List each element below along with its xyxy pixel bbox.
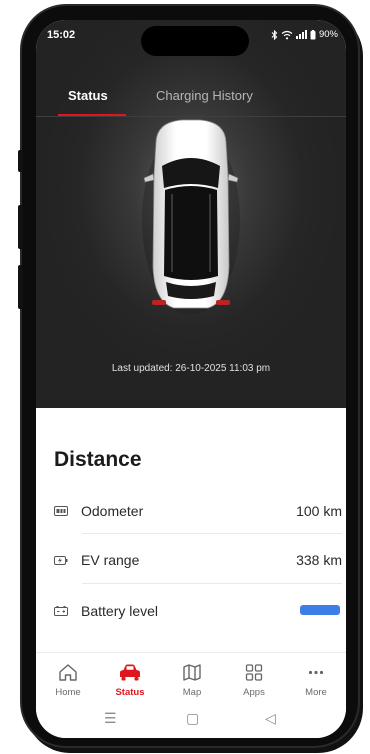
car-top-view-image [142,119,240,314]
bottom-nav: Home Status Map Apps More [36,652,346,705]
app-screen: 15:02 90% Status Charging History Last u… [36,20,346,738]
home-icon [59,664,77,681]
map-icon [183,664,201,681]
battery-icon [54,606,68,616]
phone-volume-down [18,265,23,309]
nav-map[interactable]: Map [164,663,220,698]
distance-card: Distance Odometer 100 km EV range 338 km… [36,408,346,652]
signal-icon [295,30,307,39]
nav-home[interactable]: Home [40,663,96,698]
row-divider [82,583,342,584]
status-battery-percent: 90% [318,29,338,40]
nav-status-label: Status [115,687,145,698]
row-divider [82,533,342,534]
car-icon [120,664,140,681]
battery-level-bar [300,605,340,615]
ev-range-icon [54,556,68,565]
last-updated-text: Last updated: 26-10-2025 11:03 pm [111,363,271,374]
bluetooth-icon [271,29,278,40]
recent-apps-icon[interactable]: ☰ [104,710,117,727]
distance-title: Distance [54,448,142,471]
ev-range-label: EV range [81,552,140,568]
status-icons: 90% [271,29,338,40]
status-time: 15:02 [47,29,76,41]
camera-notch [141,26,249,56]
tab-bar: Status Charging History [36,84,346,117]
battery-status-icon [310,29,316,39]
tab-active-indicator [58,114,126,116]
nav-status[interactable]: Status [102,663,158,698]
nav-more-label: More [305,687,327,698]
phone-side-button [18,150,23,172]
nav-apps[interactable]: Apps [226,663,282,698]
nav-home-label: Home [55,687,81,698]
system-navigation-bar: ☰ ▢ ◁ [36,704,346,738]
battery-level-row: Battery level [54,600,342,636]
wifi-icon [281,30,293,39]
odometer-value: 100 km [296,503,342,519]
nav-more[interactable]: More [288,663,344,698]
home-button-icon[interactable]: ▢ [186,710,199,727]
odometer-label: Odometer [81,503,144,519]
tab-charging-history[interactable]: Charging History [156,88,253,103]
battery-level-label: Battery level [81,603,159,619]
phone-volume-up [18,205,23,249]
odometer-row: Odometer 100 km [54,500,342,536]
odometer-icon [54,506,68,516]
tab-status[interactable]: Status [68,88,108,103]
more-icon [308,670,324,675]
apps-icon [245,664,263,681]
vehicle-status-header: 15:02 90% Status Charging History Last u… [36,20,346,408]
nav-map-label: Map [182,687,202,698]
ev-range-row: EV range 338 km [54,549,342,585]
ev-range-value: 338 km [296,552,342,568]
back-icon[interactable]: ◁ [265,710,276,727]
nav-apps-label: Apps [243,687,265,698]
